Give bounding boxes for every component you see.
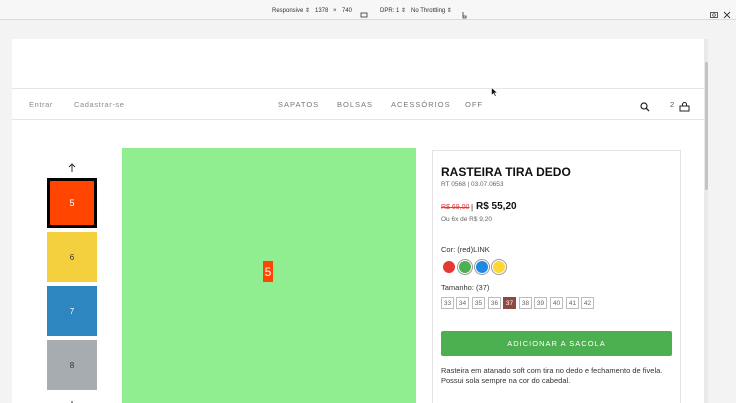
product-code: RT 0568 | 03.07.0653 [441,181,504,188]
dimension-times: × [333,8,337,14]
installments: Ou 6x de R$ 9,20 [441,216,492,223]
device-select[interactable]: Responsive ⇕ [272,7,310,15]
gallery-thumb-2[interactable]: 6 [47,232,97,282]
nav-acessorios[interactable]: ACESSÓRIOS [391,100,451,110]
size-option[interactable]: 42 [581,297,594,309]
screenshot-icon[interactable] [710,6,718,18]
nav-bolsas[interactable]: BOLSAS [337,100,373,110]
page-viewport: Entrar Cadastrar-se SAPATOS BOLSAS ACESS… [12,39,706,403]
product-title: RASTEIRA TIRA DEDO [441,165,571,179]
size-option[interactable]: 33 [441,297,454,309]
size-option-selected[interactable]: 37 [503,297,516,309]
arrow-up-icon[interactable] [67,160,77,172]
current-price: R$ 55,20 [476,201,517,212]
old-price: R$ 69,00 [441,204,470,211]
size-option[interactable]: 38 [519,297,532,309]
gallery-thumb-3[interactable]: 7 [47,286,97,336]
search-icon[interactable] [640,99,650,112]
nav-off[interactable]: OFF [465,100,483,110]
color-swatch-yellow[interactable] [493,261,505,273]
thumb-label: 7 [69,306,75,316]
cart-count: 2 [670,100,675,109]
size-option[interactable]: 40 [550,297,563,309]
touch-icon[interactable] [460,6,468,19]
mouse-cursor-icon [491,84,499,97]
size-option[interactable]: 35 [472,297,485,309]
price-separator: | [471,203,474,212]
size-option[interactable]: 39 [534,297,547,309]
main-image-label: 5 [263,261,273,282]
arrow-down-icon[interactable] [67,396,77,403]
devtools-toolbar: Responsive ⇕ 1378 × 740 DPR: 1 ⇕ No Thro… [0,0,736,20]
thumb-label: 8 [69,360,75,370]
add-to-bag-button[interactable]: ADICIONAR A SACOLA [441,331,672,356]
thumb-label: 5 [69,198,75,208]
size-option[interactable]: 36 [488,297,501,309]
color-swatch-green[interactable] [459,261,471,273]
close-icon[interactable] [723,6,731,19]
login-link[interactable]: Entrar [29,100,53,110]
viewport-width[interactable]: 1378 [315,7,328,15]
register-link[interactable]: Cadastrar-se [74,100,125,110]
thumb-label: 6 [69,252,75,262]
rotate-icon[interactable] [360,6,368,18]
throttling-select[interactable]: No Throttling ⇕ [411,7,452,15]
gallery-thumb-1[interactable]: 5 [47,178,97,228]
product-description: Rasteira em atanado soft com tira no ded… [441,366,663,385]
gallery-thumb-4[interactable]: 8 [47,340,97,390]
size-option[interactable]: 34 [456,297,469,309]
viewport-height[interactable]: 740 [342,7,352,15]
product-panel: RASTEIRA TIRA DEDO RT 0568 | 03.07.0653 … [432,150,681,403]
size-option[interactable]: 41 [566,297,579,309]
size-label: Tamanho: (37) [441,283,490,292]
site-header-nav: Entrar Cadastrar-se SAPATOS BOLSAS ACESS… [12,88,706,120]
cart-icon[interactable] [679,99,690,112]
color-swatch-red[interactable] [443,261,455,273]
dpr-select[interactable]: DPR: 1 ⇕ [380,7,406,15]
scrollbar-thumb[interactable] [705,62,708,190]
color-label: Cor: (red)LINK [441,245,490,254]
color-swatch-blue[interactable] [476,261,488,273]
main-product-image[interactable]: 5 [122,148,416,403]
nav-sapatos[interactable]: SAPATOS [278,100,319,110]
